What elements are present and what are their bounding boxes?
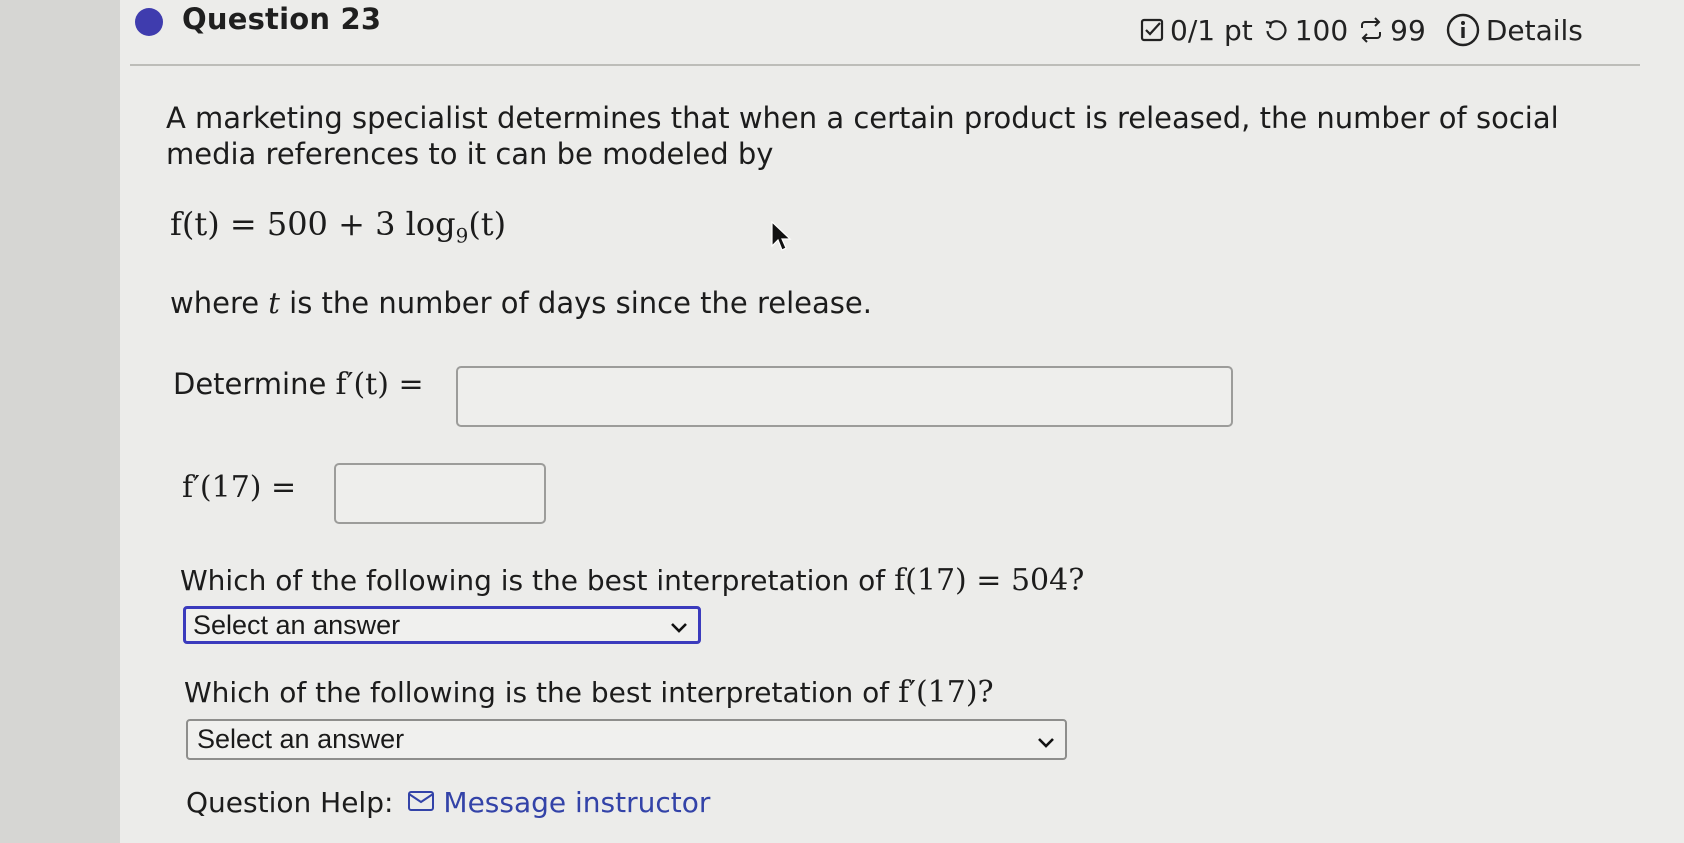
model-formula: f(t) = 500 + 3 log9(t) bbox=[170, 205, 506, 247]
derivative-math: f′(t) = bbox=[335, 367, 424, 402]
score-text: 0/1 pt bbox=[1170, 13, 1253, 47]
f17-math: f′(17) = bbox=[182, 470, 297, 505]
formula-lhs: f(t) = 500 + 3 log bbox=[170, 205, 456, 243]
interpretation-question-1: Which of the following is the best inter… bbox=[180, 563, 1084, 598]
variable-definition: where t is the number of days since the … bbox=[170, 286, 872, 320]
q1-math: f(17) = 504? bbox=[894, 563, 1085, 598]
q2-text: Which of the following is the best inter… bbox=[184, 676, 899, 709]
mouse-pointer-icon bbox=[770, 220, 792, 256]
undo-icon bbox=[1263, 17, 1289, 43]
details-button[interactable]: Details bbox=[1446, 13, 1583, 47]
repeat-icon bbox=[1358, 17, 1384, 43]
envelope-icon bbox=[407, 786, 435, 819]
details-label: Details bbox=[1485, 13, 1583, 47]
formula-rhs: (t) bbox=[468, 205, 507, 243]
question-help: Question Help: Message instructor bbox=[186, 786, 710, 819]
question-status-dot bbox=[135, 8, 163, 36]
where-prefix: where bbox=[170, 286, 269, 320]
where-var: t bbox=[268, 286, 280, 320]
info-icon bbox=[1446, 13, 1480, 47]
where-suffix: is the number of days since the release. bbox=[279, 286, 872, 320]
interpretation-select-1[interactable]: Select an answer bbox=[183, 606, 701, 644]
message-instructor-text: Message instructor bbox=[443, 786, 711, 819]
f17-answer-input[interactable] bbox=[334, 463, 546, 524]
message-instructor-link[interactable]: Message instructor bbox=[407, 786, 710, 819]
derivative-answer-input[interactable] bbox=[456, 366, 1233, 427]
help-label: Question Help: bbox=[186, 786, 394, 819]
header-divider bbox=[130, 64, 1640, 66]
formula-log-base: 9 bbox=[455, 223, 469, 248]
score-group: 0/1 pt bbox=[1140, 14, 1253, 47]
chevron-down-icon bbox=[670, 609, 688, 641]
problem-intro: A marketing specialist determines that w… bbox=[166, 101, 1559, 171]
retries-group: 100 bbox=[1263, 14, 1348, 47]
checkbox-score-icon bbox=[1140, 18, 1164, 42]
q1-text: Which of the following is the best inter… bbox=[180, 564, 895, 597]
left-gutter bbox=[0, 0, 120, 843]
select-1-value: Select an answer bbox=[193, 610, 401, 640]
select-2-value: Select an answer bbox=[197, 724, 405, 754]
question-title: Question 23 bbox=[182, 2, 382, 36]
retries-count: 100 bbox=[1294, 13, 1349, 47]
interpretation-select-2[interactable]: Select an answer bbox=[186, 719, 1067, 760]
derivative-prefix: Determine bbox=[173, 367, 336, 401]
f17-label: f′(17) = bbox=[182, 470, 296, 505]
attempts-count: 99 bbox=[1390, 13, 1426, 47]
question-meta: 0/1 pt 100 99 Details bbox=[1140, 10, 1583, 50]
q2-math: f′(17)? bbox=[898, 675, 994, 710]
attempts-group: 99 bbox=[1358, 14, 1426, 47]
chevron-down-icon bbox=[1037, 722, 1055, 758]
derivative-label: Determine f′(t) = bbox=[173, 367, 424, 402]
interpretation-question-2: Which of the following is the best inter… bbox=[184, 675, 994, 710]
